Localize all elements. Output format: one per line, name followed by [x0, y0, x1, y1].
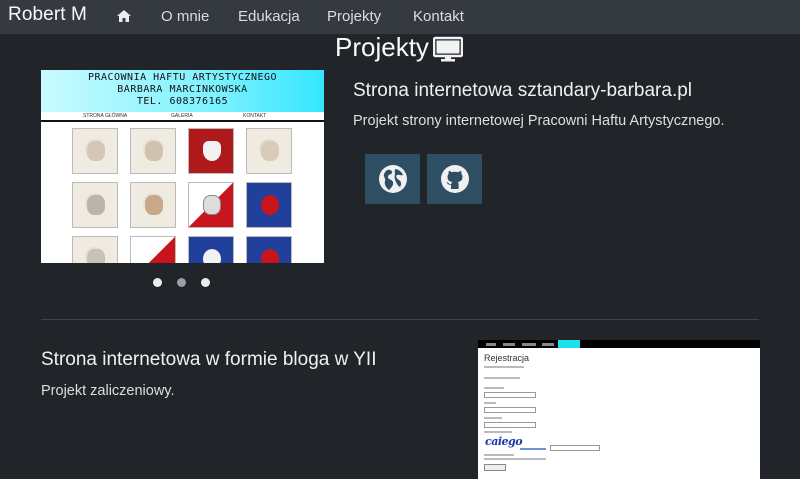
carousel-indicator-2[interactable] [177, 278, 186, 287]
screenshot-menu-item [522, 342, 536, 346]
screenshot-input [484, 392, 536, 398]
globe-icon [378, 165, 407, 193]
banner-emblem [203, 195, 221, 215]
screenshot-label [484, 402, 496, 404]
screenshot-text-line [484, 454, 514, 456]
screenshot-heading: Rejestracja [484, 353, 530, 363]
github-link-button[interactable] [427, 154, 482, 204]
screenshot-text-line [484, 366, 524, 368]
banner-emblem [261, 249, 279, 263]
brand-link[interactable]: Robert M [8, 4, 87, 26]
project-1-description: Projekt strony internetowej Pracowni Haf… [353, 113, 725, 129]
nav-link-edukacja[interactable]: Edukacja [238, 8, 300, 25]
banner-emblem [87, 249, 105, 263]
banner-thumbnail [72, 182, 118, 228]
project-1-carousel-image[interactable]: PRACOWNIA HAFTU ARTYSTYCZNEGO BARBARA MA… [41, 70, 324, 263]
screenshot-label [484, 387, 504, 389]
screenshot-captcha-input [550, 445, 600, 451]
banner-thumbnail [188, 128, 234, 174]
banner-thumbnail [72, 236, 118, 263]
banner-emblem [145, 141, 163, 161]
banner-emblem [87, 195, 105, 215]
monitor-icon [432, 36, 463, 61]
nav-link-kontakt[interactable]: Kontakt [413, 8, 464, 25]
banner-thumbnail [130, 128, 176, 174]
banner-thumbnail [188, 182, 234, 228]
screenshot-bar [41, 120, 324, 122]
banner-thumbnail [130, 182, 176, 228]
banner-emblem [203, 249, 221, 263]
project-2-screenshot[interactable]: Rejestracja caiego [478, 340, 760, 479]
project-2-title: Strona internetowa w formie bloga w YII [41, 349, 377, 370]
screenshot-menu-item [486, 342, 496, 346]
project-2-description: Projekt zaliczeniowy. [41, 383, 175, 399]
home-icon[interactable] [116, 9, 132, 23]
screenshot-menu-item: GALERIA [171, 113, 193, 119]
screenshot-label [484, 431, 512, 433]
screenshot-menu-item [503, 342, 515, 346]
screenshot-header-line: PRACOWNIA HAFTU ARTYSTYCZNEGO [87, 72, 278, 83]
project-1-title: Strona internetowa sztandary-barbara.pl [353, 80, 693, 101]
screenshot-captcha-link [520, 448, 546, 450]
screenshot-menu-item: STRONA GŁÓWNA [83, 113, 128, 119]
screenshot-active-tab [558, 340, 580, 348]
screenshot-header: PRACOWNIA HAFTU ARTYSTYCZNEGO BARBARA MA… [41, 70, 324, 112]
screenshot-text-line [484, 377, 520, 379]
banner-thumbnail [72, 128, 118, 174]
banner-thumbnail [246, 236, 292, 263]
carousel-indicator-1[interactable] [153, 278, 162, 287]
banner-thumbnail [188, 236, 234, 263]
banner-emblem [261, 195, 279, 215]
section-title: Projekty [335, 32, 463, 63]
carousel-indicator-3[interactable] [201, 278, 210, 287]
website-link-button[interactable] [365, 154, 420, 204]
screenshot-label [484, 417, 502, 419]
banner-emblem [145, 195, 163, 215]
screenshot-text-line [484, 458, 546, 460]
section-divider [41, 319, 759, 320]
screenshot-submit-button [484, 464, 506, 471]
nav-link-o-mnie[interactable]: O mnie [161, 8, 209, 25]
banner-thumbnail [246, 182, 292, 228]
screenshot-header-line: BARBARA MARCINKOWSKA [117, 84, 248, 95]
navbar: Robert M O mnie Edukacja Projekty Kontak… [0, 0, 800, 34]
section-title-text: Projekty [335, 32, 429, 62]
screenshot-menu-item: KONTAKT [243, 113, 267, 119]
github-icon [440, 165, 469, 193]
banner-emblem [203, 141, 221, 161]
screenshot-input [484, 422, 536, 428]
banner-emblem [261, 141, 279, 161]
screenshot-menu-item [542, 342, 554, 346]
banner-thumbnail [130, 236, 176, 263]
screenshot-input [484, 407, 536, 413]
screenshot-captcha: caiego [485, 435, 523, 448]
banner-emblem [87, 141, 105, 161]
nav-link-projekty[interactable]: Projekty [327, 8, 381, 25]
screenshot-nav-bar [478, 340, 760, 348]
screenshot-header-line: TEL. 608376165 [136, 96, 229, 107]
banner-thumbnail [246, 128, 292, 174]
